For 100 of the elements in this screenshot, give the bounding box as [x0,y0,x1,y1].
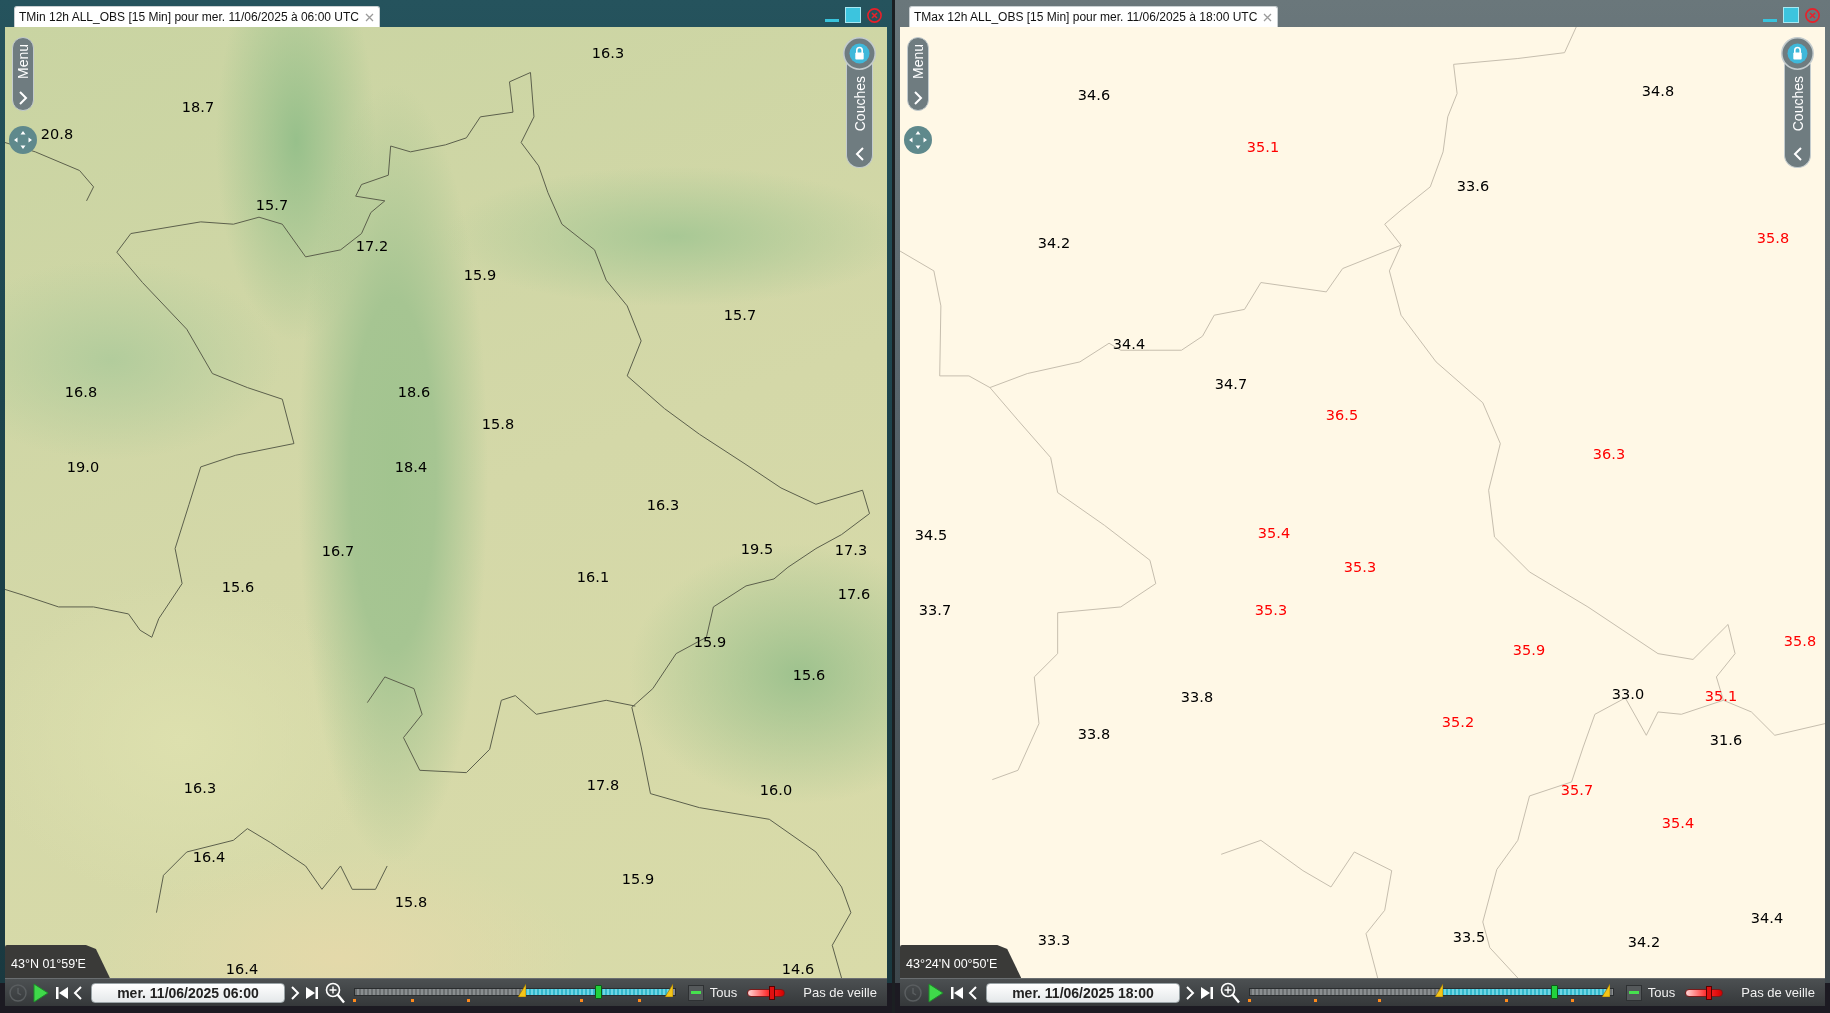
lock-icon[interactable] [843,37,876,70]
date-field[interactable]: mer. 11/06/2025 06:00 [91,982,285,1003]
temperature-label: 15.8 [394,894,428,910]
temperature-label: 34.6 [1077,87,1111,103]
range-handle-icon[interactable] [1602,984,1611,997]
skip-to-start-icon[interactable] [55,985,69,1000]
temperature-label: 15.8 [481,416,515,432]
minimize-icon[interactable] [825,18,839,22]
temperature-label: 19.0 [66,459,100,475]
temperature-label: 35.8 [1756,230,1790,246]
temperature-label: 35.1 [1246,139,1280,155]
step-back-icon[interactable] [73,985,83,1000]
status-label: Pas de veille [1740,985,1815,1000]
tick-mark [353,999,356,1002]
window-tab[interactable]: TMin 12h ALL_OBS [15 Min] pour mer. 11/06/2025 à 06:00 UTC [14,6,380,27]
temperature-label: 35.3 [1254,602,1288,618]
temperature-label: 17.3 [834,542,868,558]
temperature-label: 35.9 [1512,642,1546,658]
temperature-label: 15.6 [221,579,255,595]
range-handle-icon[interactable] [664,984,673,997]
temperature-label: 15.9 [463,267,497,283]
temperature-label: 31.6 [1709,732,1743,748]
pan-icon[interactable] [9,126,37,154]
temperature-label: 16.4 [225,961,259,977]
opacity-thumb[interactable] [1705,985,1712,1000]
temperature-label: 16.4 [192,849,226,865]
temperature-label: 33.0 [1611,686,1645,702]
temperature-label: 33.8 [1180,689,1214,705]
layers-button[interactable]: Couches [846,64,873,168]
tick-mark [1313,999,1317,1002]
temperature-label: 33.5 [1452,929,1486,945]
step-forward-icon[interactable] [290,985,300,1000]
temperature-label: 16.7 [321,543,355,559]
temperature-label: 15.6 [792,667,826,683]
temperature-label: 35.7 [1560,782,1594,798]
temperature-label: 33.3 [1037,932,1071,948]
chevron-icon [1792,147,1803,161]
temperature-label: 35.8 [1783,633,1817,649]
temperature-label: 34.7 [1214,376,1248,392]
minus-icon [1628,991,1639,994]
skip-to-end-icon[interactable] [305,985,319,1000]
tick-mark [1570,999,1574,1002]
temperature-label: 16.1 [576,569,610,585]
temperature-label: 16.3 [646,497,680,513]
opacity-thumb[interactable] [768,985,775,1000]
temperature-label: 34.4 [1750,910,1784,926]
tick-mark [637,999,641,1002]
tick-mark [410,999,414,1002]
tick-mark [1248,999,1251,1002]
timeline-thumb[interactable] [594,985,602,999]
temperature-label: 19.5 [740,541,774,557]
chevron-icon [18,91,28,105]
coordinates-readout: 43°24'N 00°50'E [900,945,1022,978]
zoom-in-icon[interactable] [325,981,345,1004]
chevron-icon [854,147,865,161]
menu-button[interactable]: Menu [12,37,34,111]
temperature-label: 36.3 [1592,446,1626,462]
temperature-label: 15.7 [255,197,289,213]
temperature-label: 15.9 [693,634,727,650]
timeline-thumb[interactable] [1551,985,1559,999]
temperature-label: 35.2 [1441,714,1475,730]
temperature-label: 35.4 [1661,815,1695,831]
tick-mark [467,999,471,1002]
coordinates-readout: 43°N 01°59'E [5,945,110,978]
temperature-label: 35.4 [1257,525,1291,541]
range-handle-icon[interactable] [1435,984,1444,997]
temperature-label: 18.6 [397,384,431,400]
temperature-label: 20.8 [40,126,74,142]
temperature-label: 33.8 [1077,726,1111,742]
tick-mark [579,999,583,1002]
tick-mark [1377,999,1381,1002]
temperature-label: 33.7 [918,602,952,618]
temperature-label: 18.7 [181,99,215,115]
temperature-label: 18.4 [394,459,428,475]
all-label: Tous [1647,985,1676,1000]
temperature-label: 14.6 [781,961,815,977]
terrain-map[interactable]: 16.3 18.7 20.8 15.7 17.2 15.9 15.7 16.8 18.6 15.8 19.0 18.4 16.3 16.7 19.5 17.3 15.6 16.1 17.6 15.9 15.6 16.3 17.8 16.0 16.4 15.9 15.8 43°N 01°59'E 16.4 14.6 Menu Couches [5,27,887,978]
temperature-label: 34.2 [1627,934,1661,950]
range-handle-icon[interactable] [517,984,526,997]
all-label: Tous [709,985,738,1000]
status-label: Pas de veille [802,985,877,1000]
temperature-label: 17.8 [586,777,620,793]
temperature-label: 15.7 [723,307,757,323]
temperature-label: 34.2 [1037,235,1071,251]
chevron-icon [913,91,923,105]
temperature-label: 35.3 [1343,559,1377,575]
temperature-label: 16.0 [759,782,793,798]
opacity-slider[interactable] [747,988,786,997]
temperature-label: 17.6 [837,586,871,602]
temperature-label: 36.5 [1325,407,1359,423]
minus-icon [690,991,701,994]
temperature-label: 33.6 [1456,178,1490,194]
tick-mark [1505,999,1509,1002]
play-icon[interactable] [33,982,49,1003]
close-icon[interactable] [365,12,374,22]
temperature-label: 15.9 [621,871,655,887]
temperature-label: 17.2 [355,238,389,254]
temperature-label: 16.8 [64,384,98,400]
temperature-label: 35.1 [1704,688,1738,704]
minus-button[interactable] [687,984,704,1001]
